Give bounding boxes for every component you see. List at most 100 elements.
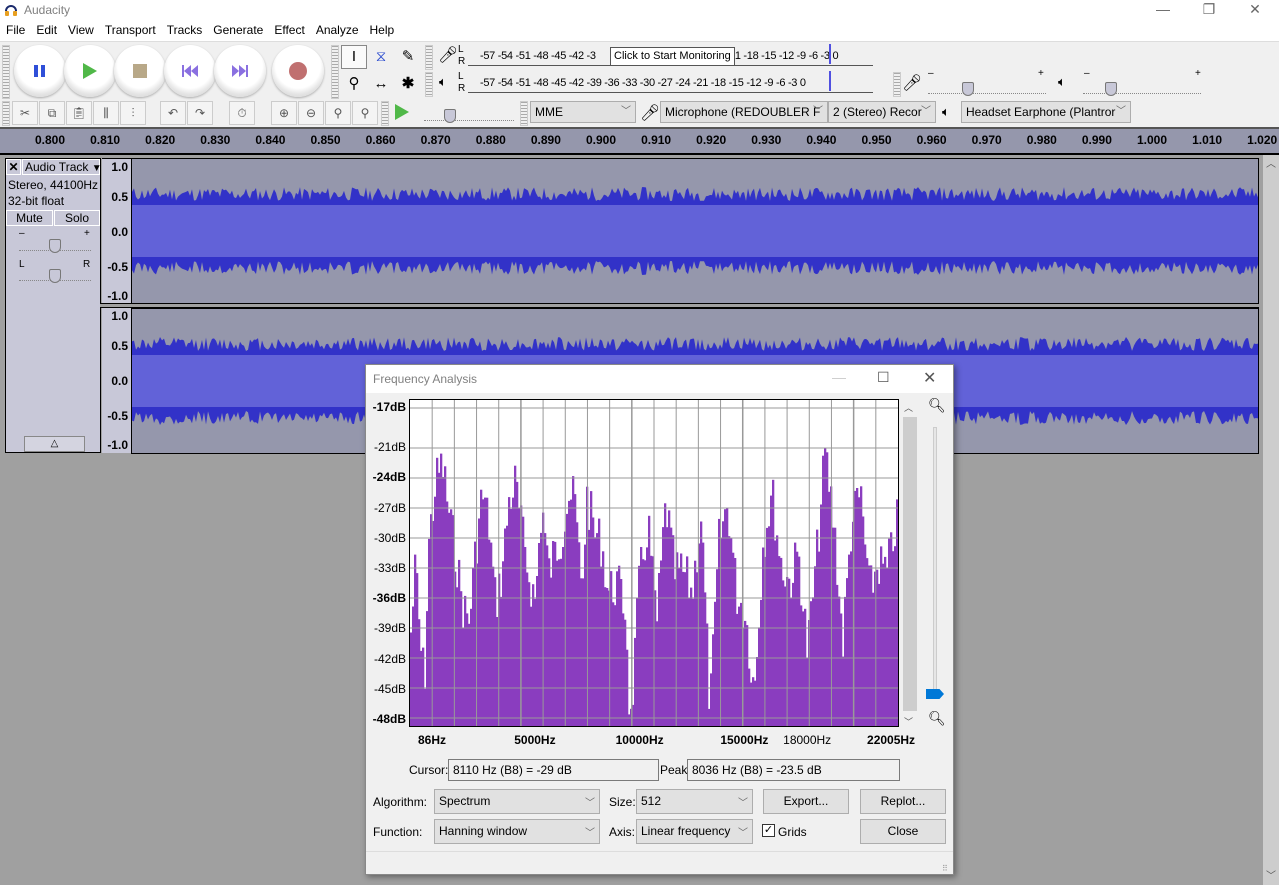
audio-host-select[interactable]: MME ﹀ (530, 101, 636, 123)
edit-toolbar-grip[interactable] (2, 101, 10, 126)
transport-toolbar-grip[interactable] (2, 45, 10, 99)
algorithm-select[interactable]: Spectrum ﹀ (434, 789, 600, 814)
speaker-icon[interactable]: 🔈︎ (439, 74, 447, 90)
device-toolbar-grip[interactable] (520, 101, 528, 126)
play-button[interactable] (64, 45, 116, 97)
timeshift-tool[interactable]: ↔ (368, 72, 394, 96)
scroll-thumb[interactable] (903, 417, 917, 711)
mixer-toolbar-grip[interactable] (893, 72, 901, 97)
pan-slider[interactable] (19, 265, 91, 283)
playback-meter[interactable]: -57 -54 -51 -48 -45 -42 -39 -36 -33 -30 … (468, 71, 873, 93)
grids-label[interactable]: Grids (778, 825, 807, 839)
zoom-out-icon[interactable]: 🔍︎ (928, 710, 946, 727)
copy-button[interactable]: ⧉ (39, 101, 65, 125)
multi-tool[interactable]: ✱ (395, 72, 421, 96)
zoom-tool[interactable]: ⚲ (341, 72, 367, 96)
trim-button[interactable]: ⫼ (93, 101, 119, 125)
restore-button[interactable]: ❐ (1186, 0, 1232, 20)
scroll-up-icon[interactable]: ︿ (904, 401, 913, 414)
spectrum-bar (834, 527, 837, 726)
menu-analyze[interactable]: Analyze (310, 20, 364, 37)
minimize-button[interactable]: — (1140, 0, 1186, 20)
redo-button[interactable]: ↷ (187, 101, 213, 125)
dialog-minimize-icon[interactable]: — (832, 369, 846, 385)
menu-transport[interactable]: Transport (99, 20, 161, 37)
pan-thumb[interactable] (49, 269, 61, 283)
play-at-speed-button[interactable] (393, 103, 411, 124)
playback-volume-thumb[interactable] (1105, 82, 1117, 96)
menu-view[interactable]: View (62, 20, 99, 37)
record-button[interactable] (272, 45, 324, 97)
menu-file[interactable]: File (0, 20, 30, 37)
plot-zoom-thumb[interactable] (926, 689, 944, 699)
gain-slider[interactable] (19, 235, 91, 253)
scroll-down-icon[interactable]: ﹀ (904, 715, 913, 728)
record-volume-thumb[interactable] (962, 82, 974, 96)
plot-vertical-scrollbar[interactable]: ︿ ﹀ (903, 401, 917, 729)
playback-meter-grip[interactable] (425, 72, 433, 97)
function-select[interactable]: Hanning window ﹀ (434, 819, 600, 844)
cut-button[interactable]: ✂ (12, 101, 38, 125)
axis-select[interactable]: Linear frequency ﹀ (636, 819, 753, 844)
waveform-channel-1[interactable] (131, 158, 1259, 304)
mute-button[interactable]: Mute (6, 210, 53, 226)
zoom-in-icon[interactable]: 🔍︎ (928, 397, 946, 414)
selection-tool[interactable]: I (341, 45, 367, 69)
size-select[interactable]: 512 ﹀ (636, 789, 753, 814)
replot-button[interactable]: Replot... (860, 789, 946, 814)
pause-button[interactable] (14, 45, 66, 97)
stop-button[interactable] (114, 45, 166, 97)
menu-tracks[interactable]: Tracks (161, 20, 208, 37)
spectrum-bar (510, 508, 513, 726)
input-device-select[interactable]: Microphone (REDOUBLER F ﹀ (660, 101, 828, 123)
spectrum-bar (486, 497, 489, 726)
undo-button[interactable]: ↶ (160, 101, 186, 125)
paste-button[interactable]: 📋︎ (66, 101, 92, 125)
scroll-up-icon[interactable]: ︿ (1266, 155, 1276, 170)
menu-help[interactable]: Help (364, 20, 400, 37)
monitoring-tooltip[interactable]: Click to Start Monitoring (610, 47, 735, 66)
menu-generate[interactable]: Generate (207, 20, 268, 37)
tools-toolbar-grip[interactable] (331, 45, 339, 99)
collapse-track-button[interactable]: △ (24, 436, 85, 452)
menu-edit[interactable]: Edit (30, 20, 62, 37)
microphone-icon[interactable]: 🎤︎ (438, 45, 458, 65)
fit-project-button[interactable]: ⚲ (352, 101, 378, 125)
spectrum-plot[interactable] (409, 399, 899, 727)
playback-volume-slider[interactable] (1083, 78, 1201, 96)
timeline-ruler[interactable]: 0.800 0.810 0.820 0.830 0.840 0.850 0.860 0.870… (0, 127, 1279, 155)
grids-checkbox[interactable]: ✓ (762, 824, 775, 837)
skip-to-start-button[interactable] (164, 45, 216, 97)
zoom-in-button[interactable]: ⊕ (271, 101, 297, 125)
envelope-tool[interactable]: ⧖ (368, 45, 394, 69)
resize-grip-icon[interactable]: ⠿ (942, 864, 948, 873)
scroll-down-icon[interactable]: ﹀ (1266, 867, 1276, 882)
close-track-button[interactable]: ✕ (6, 159, 21, 175)
dialog-close-icon[interactable]: ✕ (923, 368, 936, 388)
output-device-select[interactable]: Headset Earphone (Plantror ﹀ (961, 101, 1131, 123)
zoom-out-button[interactable]: ⊖ (298, 101, 324, 125)
record-meter-grip[interactable] (425, 45, 433, 70)
play-speed-thumb[interactable] (444, 109, 456, 123)
track-name-menu[interactable]: Audio Track ▼ (22, 159, 102, 175)
sync-lock-button[interactable]: ⏱ (229, 101, 255, 125)
close-button[interactable]: Close (860, 819, 946, 844)
spectrum-bar (850, 551, 853, 726)
silence-button[interactable]: ⫶ (120, 101, 146, 125)
vertical-scrollbar[interactable]: ︿ ﹀ (1263, 155, 1279, 885)
draw-tool[interactable]: ✎ (395, 45, 421, 69)
solo-button[interactable]: Solo (54, 210, 100, 226)
input-channels-select[interactable]: 2 (Stereo) Recor ﹀ (828, 101, 936, 123)
close-window-button[interactable]: ✕ (1232, 0, 1278, 20)
dialog-maximize-icon[interactable]: ☐ (877, 369, 890, 386)
export-button[interactable]: Export... (763, 789, 849, 814)
play-at-speed-grip[interactable] (381, 101, 389, 126)
play-speed-slider[interactable] (424, 105, 514, 123)
record-volume-slider[interactable] (928, 78, 1046, 96)
gain-thumb[interactable] (49, 239, 61, 253)
skip-to-end-button[interactable] (214, 45, 266, 97)
menu-effect[interactable]: Effect (268, 20, 309, 37)
fit-selection-button[interactable]: ⚲ (325, 101, 351, 125)
plot-zoom-slider[interactable] (933, 427, 937, 697)
timeline-tick-label: 0.800 (34, 133, 66, 147)
